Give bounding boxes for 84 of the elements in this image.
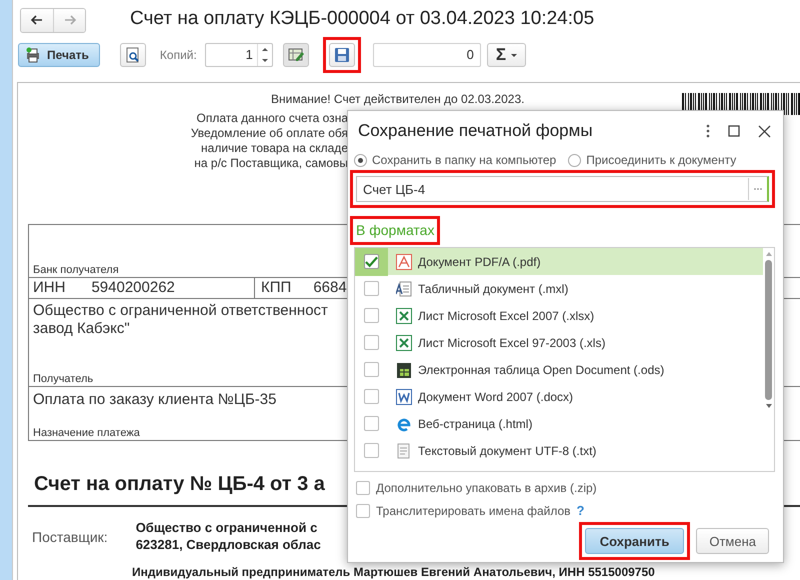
spreadsheet-x-icon [396,334,412,350]
caret-icon [511,54,518,56]
up-arrow-icon[interactable] [260,47,269,52]
notice-text: Уведомление об оплате обя [190,126,348,141]
filename-field[interactable]: Счет ЦБ-4 [356,176,769,202]
list-item[interactable]: Документ PDF/A (.pdf) [355,248,763,275]
list-item[interactable]: Электронная таблица Open Document (.ods) [355,356,763,383]
supplier-label: Поставщик: [31,528,108,547]
list-item[interactable]: Текстовый документ UTF-8 (.txt) [355,437,763,464]
supplier-text: 623281, Свердловская облас [136,536,321,553]
spreadsheet-x-icon [396,308,412,324]
help-link[interactable]: ? [576,503,584,518]
scrollbar-thumb[interactable] [765,260,772,400]
list-item[interactable]: Лист Microsoft Excel 2007 (.xlsx) [355,302,763,329]
checkbox[interactable] [356,480,370,494]
copies-label: Копий: [160,48,197,62]
notice-text: Оплата данного счета озна [196,111,348,126]
checkbox[interactable] [364,416,379,431]
list-item[interactable]: Документ Word 2007 (.docx) [355,383,763,410]
checkbox[interactable] [364,335,379,350]
checkbox[interactable] [364,308,379,323]
text-file-icon [396,442,412,458]
table-document-icon [396,280,412,296]
table-pencil-icon [288,47,304,63]
magnifier-page-icon [124,47,141,63]
list-item[interactable]: Лист Microsoft Excel 97-2003 (.xls) [355,329,763,356]
checkbox[interactable] [364,281,379,296]
sum-button[interactable]: Σ [486,43,526,67]
edit-button[interactable] [282,43,309,67]
back-arrow-icon [30,14,44,26]
notice-text: Внимание! Счет действителен до 02.03.2023. [271,92,524,108]
cancel-button[interactable]: Отмена [696,528,769,554]
field-label: Назначение платежа [33,427,141,440]
ellipsis-icon[interactable] [754,187,762,191]
checkmark-icon [365,256,378,268]
list-item[interactable]: Табличный документ (.mxl) [355,275,763,302]
checkbox[interactable] [356,504,370,518]
maximize-icon[interactable] [728,125,740,137]
back-button[interactable] [21,8,53,32]
radio-button[interactable] [354,154,367,166]
scroll-down-icon[interactable] [766,404,772,408]
word-document-icon [396,388,412,404]
forward-arrow-icon [62,14,76,26]
more-icon[interactable] [706,124,710,138]
close-icon[interactable] [758,124,771,138]
checkbox[interactable] [364,254,379,269]
checkbox[interactable] [364,443,379,458]
section-label: В форматах [356,222,434,239]
notice-text: наличие товара на складе [201,141,348,156]
field-label: Банк получателя [33,264,120,277]
kpp-label: КПП [261,279,292,297]
checkbox-label[interactable]: Дополнительно упаковать в архив (.zip) [376,480,597,494]
radio-button[interactable] [568,154,582,166]
copies-spinner[interactable]: 1 [204,43,273,67]
kpp-value: 6684 [313,279,347,297]
recipient-name: завод Кабэкс" [33,320,130,338]
supplier-text: Общество с ограниченной с [136,519,318,536]
globe-e-icon [396,416,412,432]
dialog-title: Сохранение печатной формы [357,121,593,141]
list-item[interactable]: Веб-страница (.html) [355,410,763,437]
pdf-file-icon [396,254,412,270]
checkbox[interactable] [364,362,379,377]
inn-value: 5940200262 [91,279,175,297]
radio-label[interactable]: Присоединить к документу [586,153,736,167]
checkbox[interactable] [364,389,379,404]
save-button[interactable]: Сохранить [584,528,684,554]
printer-icon [25,47,41,63]
preview-button[interactable] [120,43,146,67]
window-title: Счет на оплату КЭЦБ-000004 от 03.04.2023 10:24:05 [130,8,594,30]
spreadsheet-icon [396,362,412,378]
radio-label[interactable]: Сохранить в папку на компьютер [372,153,556,167]
inn-label: ИНН [33,279,66,297]
recipient-name: Общество с ограниченной ответственност [33,302,328,320]
down-arrow-icon[interactable] [260,58,269,63]
print-button[interactable]: Печать [18,43,100,67]
notice-text: на р/с Поставщика, самовы [194,156,348,171]
scroll-up-icon[interactable] [766,252,772,256]
field-label: Получатель [33,373,94,386]
buyer-text: Индивидуальный предприниматель Мартюшев Евгений Анатольевич, ИНН 5515009750 [132,565,655,579]
payment-purpose: Оплата по заказу клиента №ЦБ-35 [33,391,276,409]
checkbox-label[interactable]: Транслитерировать имена файлов [376,504,571,518]
save-button[interactable] [328,43,355,67]
invoice-heading: Счет на оплату № ЦБ-4 от 3 а [34,472,325,497]
sum-field[interactable]: 0 [372,43,481,67]
